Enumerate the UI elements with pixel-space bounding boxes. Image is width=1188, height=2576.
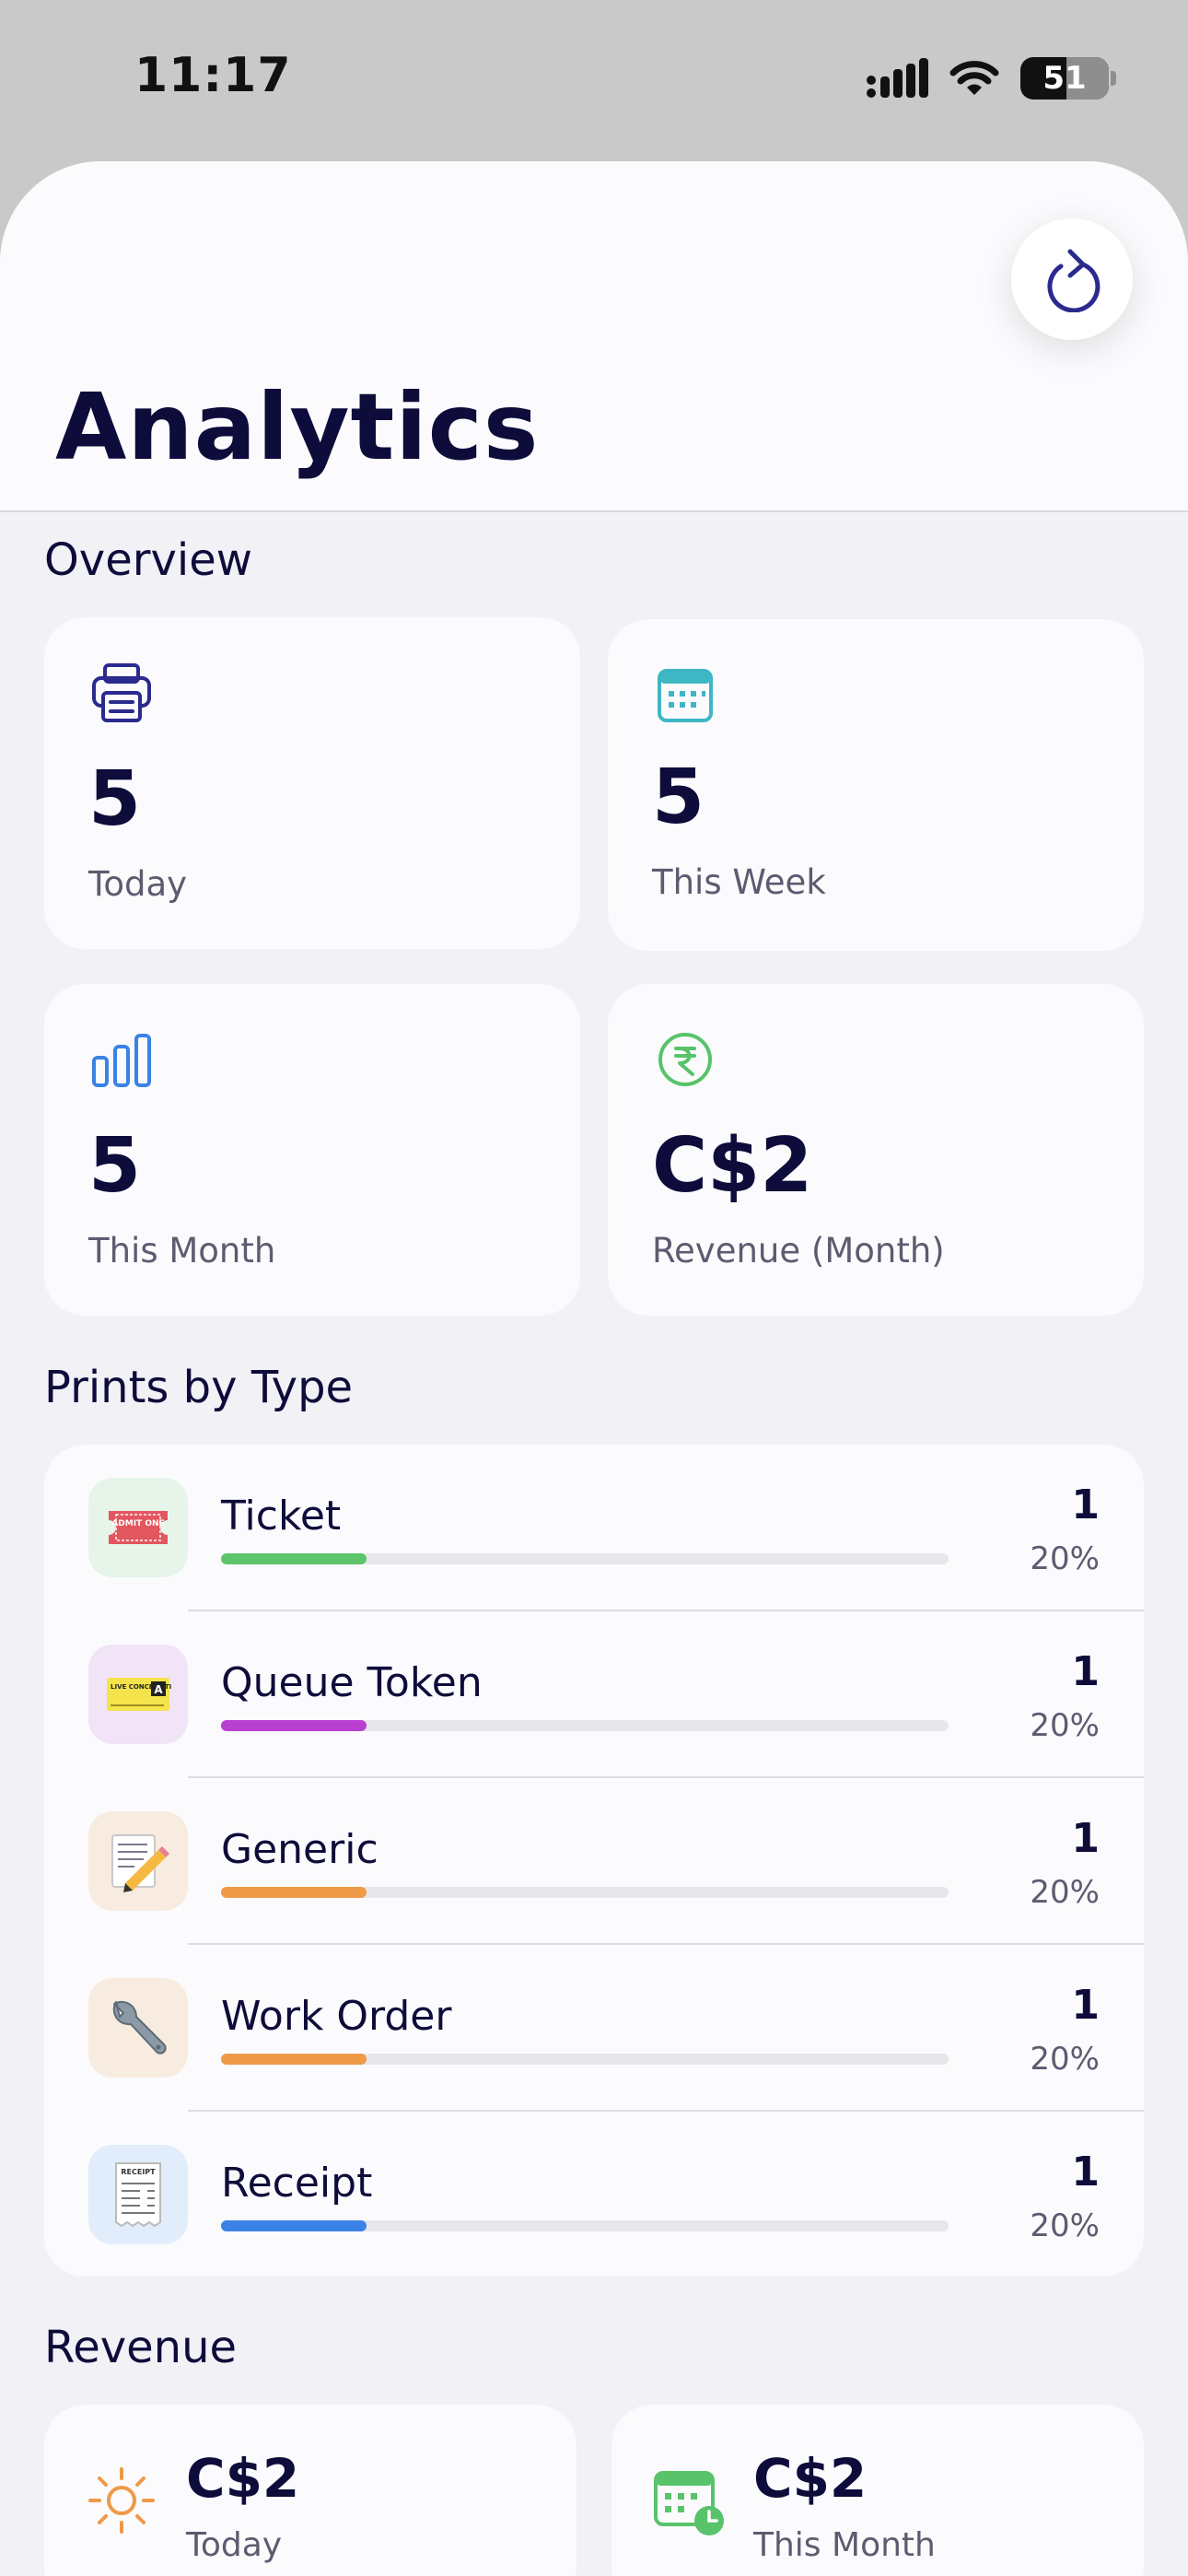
type-label: Queue Token [221, 1659, 483, 1706]
sheet-header: Analytics [0, 161, 1188, 512]
stat-label: This Month [88, 1231, 276, 1270]
type-row-work-order[interactable]: Work Order 1 20% [44, 1945, 1144, 2112]
revenue-label: This Month [753, 2526, 936, 2564]
type-label: Ticket [221, 1493, 342, 1540]
stat-card-week[interactable]: 5 This Week [608, 619, 1144, 951]
refresh-button[interactable] [1011, 218, 1133, 340]
type-row-receipt[interactable]: RECEIPT Receipt 1 20% [44, 2112, 1144, 2277]
wifi-icon [949, 61, 999, 95]
type-progress-track [221, 1553, 949, 1564]
battery-level: 51 [1042, 60, 1087, 97]
svg-text:RECEIPT: RECEIPT [121, 2168, 156, 2176]
type-progress-track [221, 2220, 949, 2231]
type-percent: 20% [1030, 1540, 1100, 1577]
stat-card-revenue[interactable]: C$2 Revenue (Month) [608, 984, 1144, 1316]
type-progress-fill [221, 1553, 367, 1564]
type-count: 1 [1071, 1481, 1100, 1528]
status-time: 11:17 [134, 48, 292, 103]
revenue-title: Revenue [44, 2322, 238, 2373]
type-progress-track [221, 1887, 949, 1898]
stat-label: Today [88, 864, 188, 904]
type-count: 1 [1071, 1815, 1100, 1862]
type-percent: 20% [1030, 1874, 1100, 1911]
type-progress-track [221, 2054, 949, 2065]
printer-icon [92, 663, 151, 722]
overview-title: Overview [44, 534, 252, 586]
revenue-card-month[interactable]: C$2 This Month [611, 2405, 1144, 2576]
type-count: 1 [1071, 1648, 1100, 1695]
cellular-signal-icon [867, 58, 928, 98]
type-label: Work Order [221, 1993, 452, 2040]
status-icons: 51 [866, 55, 1116, 101]
prints-by-type-card: ADMIT ONE Ticket 1 20% LIVE CONCERT TICK… [44, 1445, 1144, 2277]
stat-label: This Week [652, 862, 826, 902]
calendar-icon [658, 669, 713, 722]
stat-value: 5 [652, 754, 705, 841]
stat-value: C$2 [652, 1122, 813, 1210]
type-count: 1 [1071, 1982, 1100, 2029]
type-progress-fill [221, 2054, 367, 2065]
revenue-label: Today [186, 2526, 283, 2564]
type-progress-track [221, 1720, 949, 1731]
memo-pencil-icon [88, 1811, 188, 1911]
admit-one-ticket-icon: ADMIT ONE [88, 1478, 188, 1577]
svg-text:A: A [154, 1683, 163, 1696]
receipt-icon: RECEIPT [88, 2145, 188, 2244]
refresh-icon [1047, 249, 1101, 312]
type-row-generic[interactable]: Generic 1 20% [44, 1778, 1144, 1945]
bar-chart-icon [92, 1034, 151, 1087]
sun-icon [88, 2467, 155, 2534]
type-progress-fill [221, 1887, 367, 1898]
type-label: Generic [221, 1826, 379, 1873]
page-title: Analytics [55, 373, 540, 481]
svg-text:ADMIT ONE: ADMIT ONE [111, 1519, 164, 1528]
stat-value: 5 [88, 1122, 142, 1210]
stat-card-month[interactable]: 5 This Month [44, 984, 580, 1316]
calendar-clock-icon [654, 2471, 724, 2535]
revenue-card-today[interactable]: C$2 Today [44, 2405, 577, 2576]
revenue-value: C$2 [186, 2447, 300, 2510]
type-percent: 20% [1030, 1707, 1100, 1744]
type-progress-fill [221, 2220, 367, 2231]
concert-ticket-icon: LIVE CONCERT TICKET A [88, 1645, 188, 1744]
wrench-icon [88, 1978, 188, 2078]
stat-value: 5 [88, 755, 142, 843]
type-row-queue-token[interactable]: LIVE CONCERT TICKET A Queue Token 1 20% [44, 1611, 1144, 1778]
stat-label: Revenue (Month) [652, 1231, 945, 1270]
type-count: 1 [1071, 2149, 1100, 2195]
rupee-icon [658, 1033, 712, 1086]
prints-by-type-title: Prints by Type [44, 1362, 354, 1413]
status-bar: 11:17 51 [0, 0, 1188, 161]
battery-icon: 51 [1020, 57, 1109, 100]
type-row-ticket[interactable]: ADMIT ONE Ticket 1 20% [44, 1445, 1144, 1611]
type-percent: 20% [1030, 2041, 1100, 2078]
type-label: Receipt [221, 2160, 373, 2207]
revenue-value: C$2 [753, 2447, 868, 2510]
stat-card-today[interactable]: 5 Today [44, 617, 580, 949]
type-progress-fill [221, 1720, 367, 1731]
type-percent: 20% [1030, 2207, 1100, 2244]
